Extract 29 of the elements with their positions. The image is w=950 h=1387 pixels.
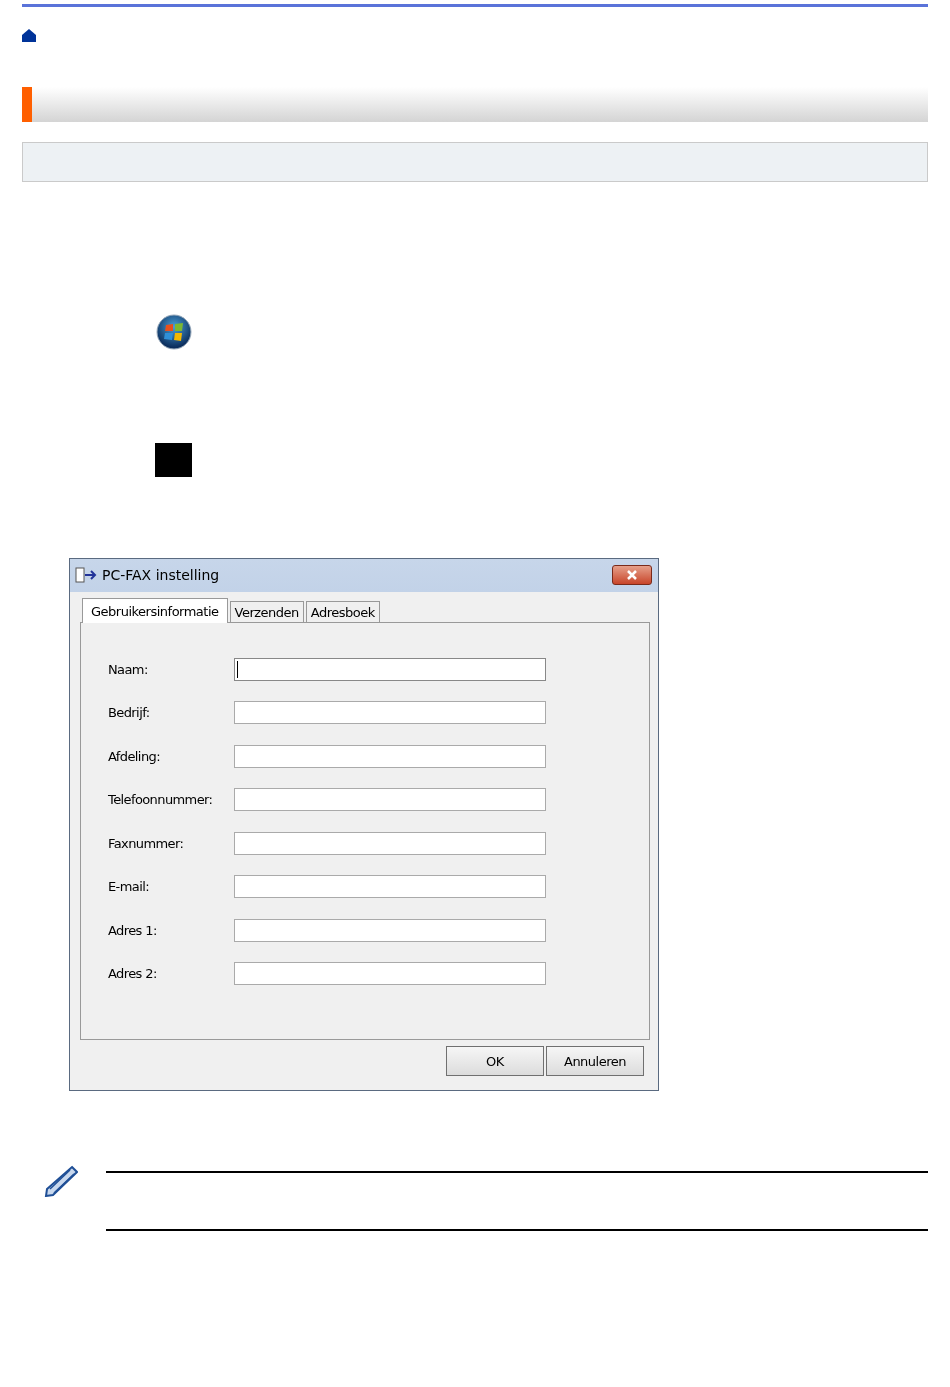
input-field[interactable] [234,744,546,768]
window-title: PC-FAX instelling [102,567,221,583]
field-label: Telefoonnummer: [107,792,214,807]
tab[interactable]: Gebruikersinformatie [82,598,228,623]
pencil-icon [44,1165,78,1197]
close-button[interactable] [612,565,652,585]
dialog-button[interactable]: Annuleren [546,1046,644,1076]
square-icon [155,443,192,477]
field-label: Bedrijf: [107,705,151,720]
field-label: Adres 2: [107,966,158,981]
close-icon [626,570,638,580]
field-label: Faxnummer: [107,835,185,851]
tab[interactable]: Adresboek [305,601,380,622]
fax-arrow-icon [74,565,98,585]
field-label: Adres 1: [107,922,158,938]
tab[interactable]: Verzenden [229,601,304,622]
input-field[interactable] [234,875,546,898]
input-field[interactable] [234,962,546,985]
home-icon[interactable] [22,29,36,42]
input-field[interactable] [234,701,546,724]
input-field[interactable] [234,918,546,942]
input-field[interactable] [234,657,546,681]
field-label: Naam: [107,661,149,677]
windows-start-icon [156,314,192,350]
input-field[interactable] [234,831,546,855]
field-label: Afdeling: [107,748,161,764]
input-field[interactable] [234,788,546,811]
dialog-button[interactable]: OK [446,1046,544,1076]
field-label: E-mail: [107,879,150,894]
